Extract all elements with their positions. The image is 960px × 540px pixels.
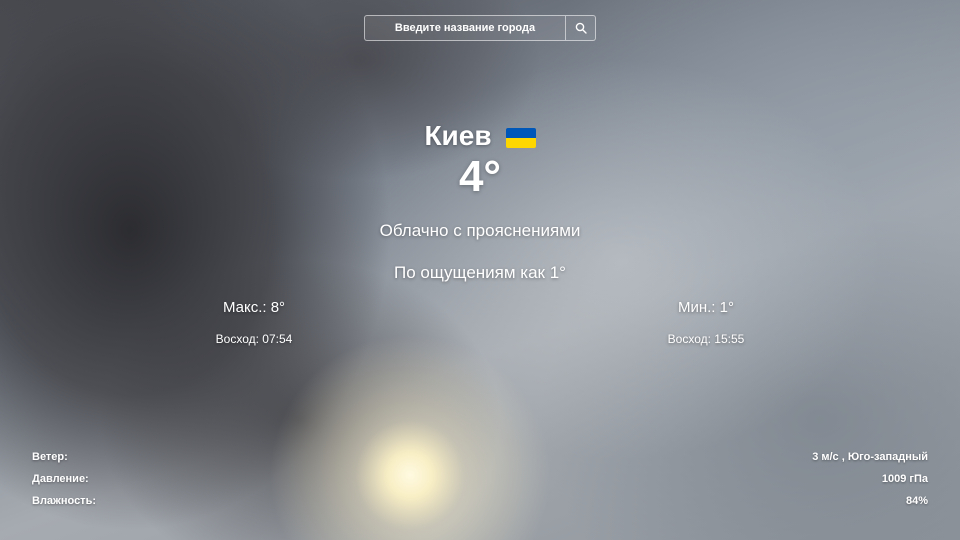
detail-row-humidity: Влажность: 84% <box>32 495 928 517</box>
flag-top-stripe <box>505 128 536 138</box>
feels-like: По ощущениям как 1° <box>394 263 566 282</box>
detail-row-wind: Ветер: 3 м/с , Юго-западный <box>32 451 928 473</box>
city-search-input[interactable] <box>365 16 565 40</box>
city-header: Киев <box>0 120 960 152</box>
humidity-label: Влажность: <box>32 495 96 507</box>
city-name: Киев <box>424 120 492 151</box>
current-temperature: 4° <box>458 152 502 201</box>
pressure-label: Давление: <box>32 473 89 485</box>
search-icon <box>575 22 587 34</box>
weather-description: Облачно с прояснениями <box>379 221 581 240</box>
detail-row-pressure: Давление: 1009 гПа <box>32 473 928 495</box>
flag-bottom-stripe <box>505 138 536 148</box>
wind-label: Ветер: <box>32 451 68 463</box>
search-button[interactable] <box>565 16 595 40</box>
pressure-value: 1009 гПа <box>881 473 928 485</box>
wind-value: 3 м/с , Юго-западный <box>812 451 928 463</box>
weather-details: Ветер: 3 м/с , Юго-западный Давление: 10… <box>32 451 928 517</box>
humidity-value: 84% <box>905 495 928 507</box>
min-temperature: Мин.: 1° <box>677 299 734 316</box>
sunset-time: Восход: 15:55 <box>667 332 745 346</box>
search-bar <box>364 15 596 41</box>
sunrise-time: Восход: 07:54 <box>215 332 293 346</box>
max-temperature: Макс.: 8° <box>222 299 286 316</box>
flag-ukraine-icon <box>505 128 536 148</box>
